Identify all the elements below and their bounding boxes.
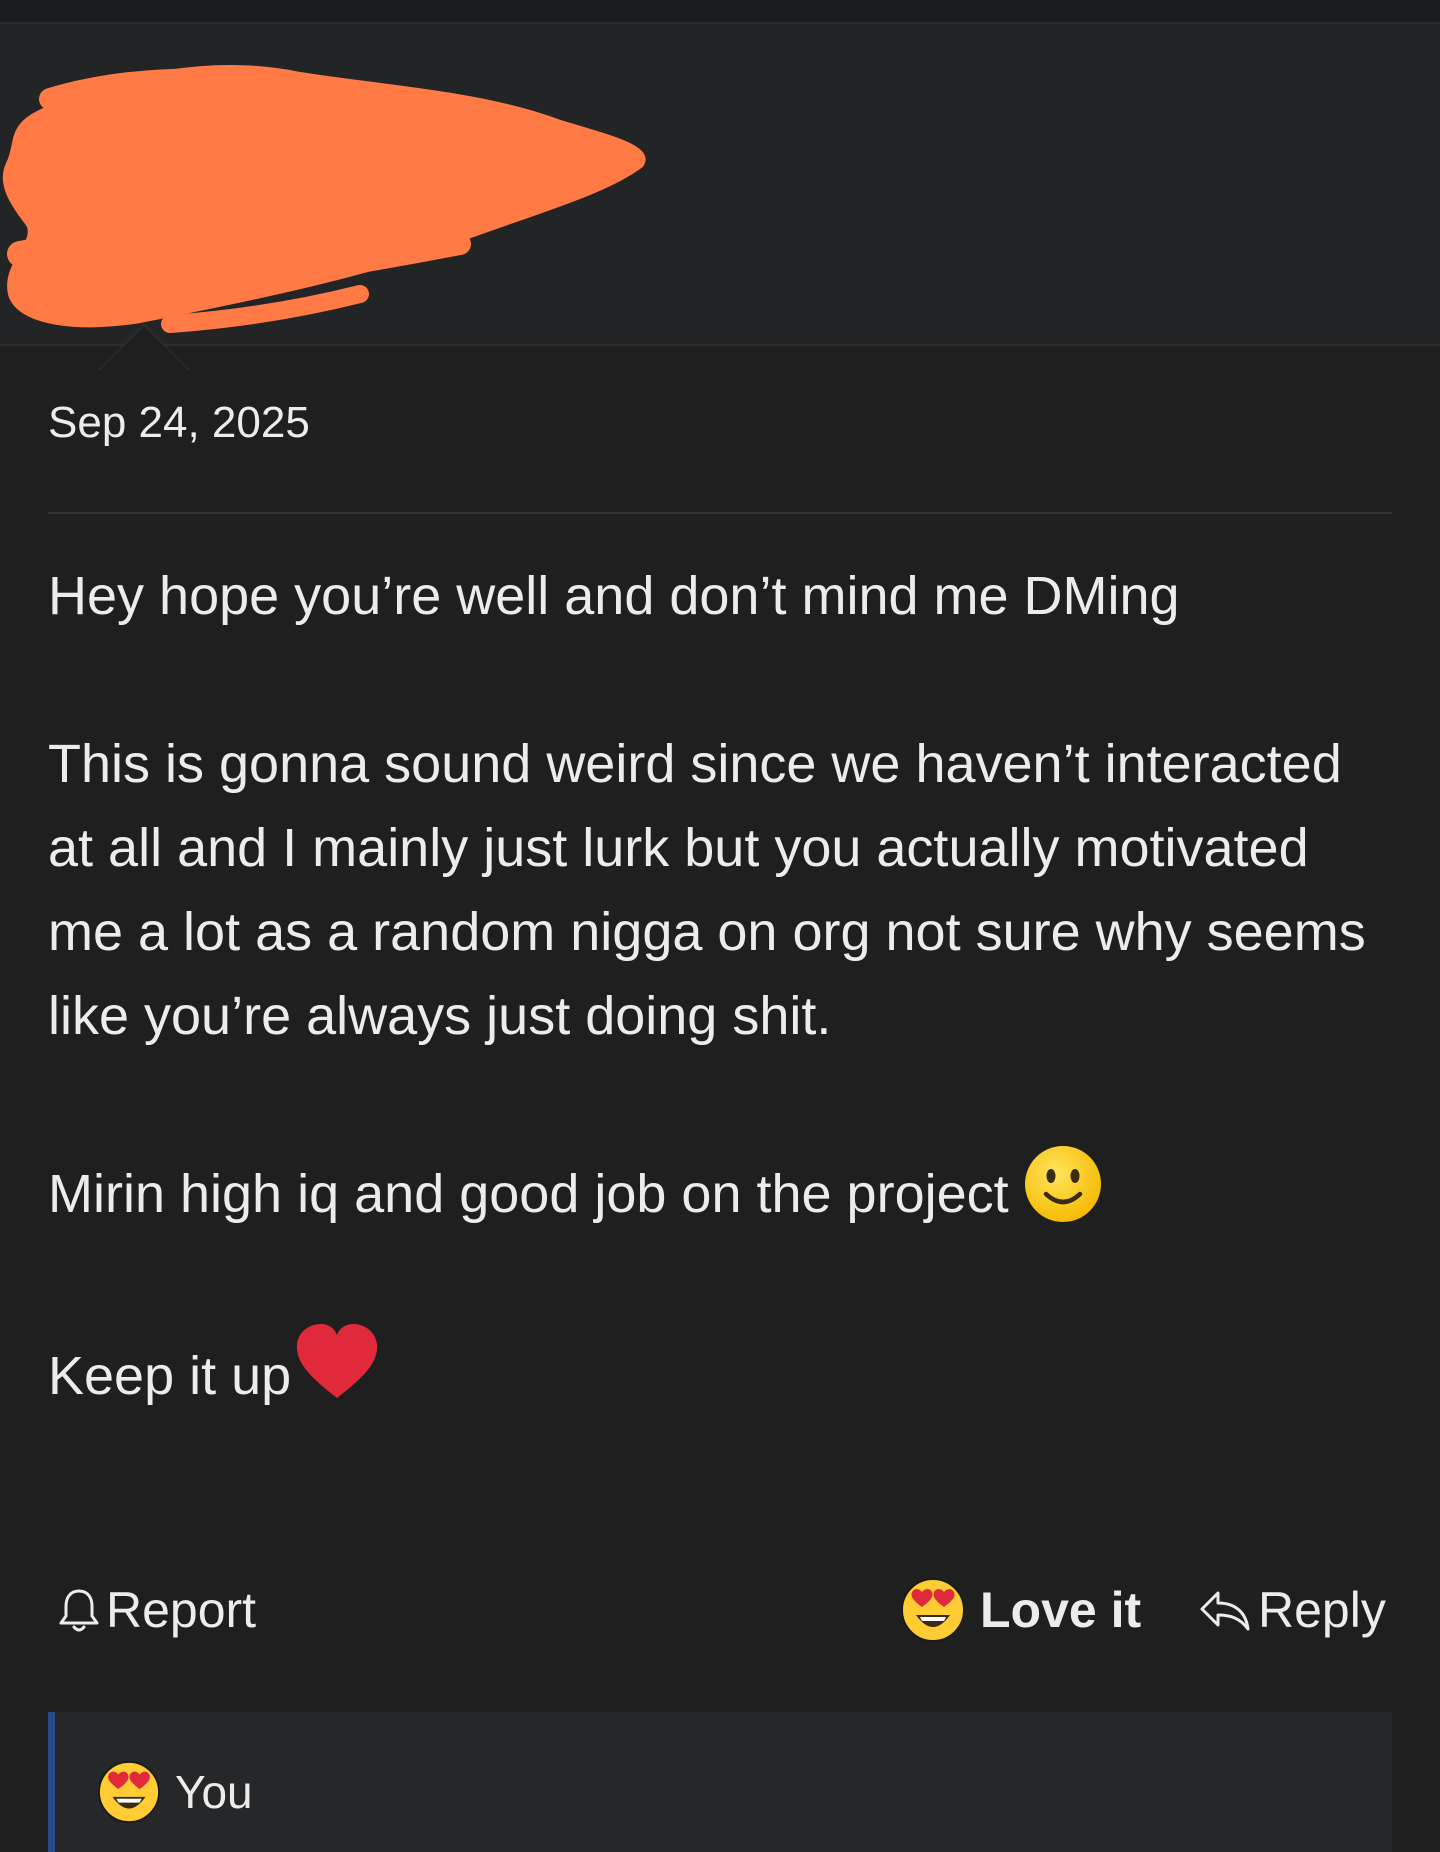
message-body: Hey hope you’re well and don’t mind me D… bbox=[48, 554, 1392, 1418]
heart-eyes-emoji-icon bbox=[901, 1578, 965, 1642]
message-paragraph-text: This is gonna sound weird since we haven… bbox=[48, 734, 1366, 1046]
message-paragraph-text: Keep it up bbox=[48, 1346, 292, 1406]
profile-header bbox=[0, 24, 1440, 370]
bell-icon bbox=[59, 1589, 99, 1632]
reply-button[interactable]: Reply bbox=[1196, 1572, 1386, 1648]
redaction-scribble bbox=[2, 65, 646, 333]
reactions-panel: You bbox=[48, 1712, 1392, 1852]
message-paragraph: This is gonna sound weird since we haven… bbox=[48, 722, 1392, 1058]
report-button[interactable]: Report bbox=[56, 1572, 256, 1648]
message-actions: Report Love it Reply bbox=[48, 1572, 1392, 1648]
red-heart-icon bbox=[297, 1324, 378, 1398]
reaction-item[interactable]: You bbox=[97, 1760, 253, 1824]
reply-arrow-icon bbox=[1200, 1591, 1250, 1631]
reaction-user-name: You bbox=[175, 1766, 253, 1818]
report-label: Report bbox=[106, 1582, 257, 1638]
message-paragraph: Keep it up bbox=[48, 1320, 1392, 1418]
love-it-label: Love it bbox=[980, 1582, 1142, 1638]
slightly-smiling-face-icon bbox=[1024, 1146, 1101, 1222]
message-date: Sep 24, 2025 bbox=[48, 398, 310, 447]
divider bbox=[48, 512, 1392, 514]
top-bar bbox=[0, 0, 1440, 24]
message-paragraph: Mirin high iq and good job on the projec… bbox=[48, 1142, 1392, 1236]
love-it-button[interactable]: Love it bbox=[900, 1572, 1141, 1648]
heart-eyes-emoji-icon bbox=[97, 1760, 161, 1824]
message-paragraph: Hey hope you’re well and don’t mind me D… bbox=[48, 554, 1392, 638]
message-paragraph-text: Mirin high iq and good job on the projec… bbox=[48, 1164, 1009, 1224]
header-pointer bbox=[100, 326, 188, 370]
message-paragraph-text: Hey hope you’re well and don’t mind me D… bbox=[48, 566, 1180, 626]
reply-label: Reply bbox=[1258, 1582, 1386, 1638]
